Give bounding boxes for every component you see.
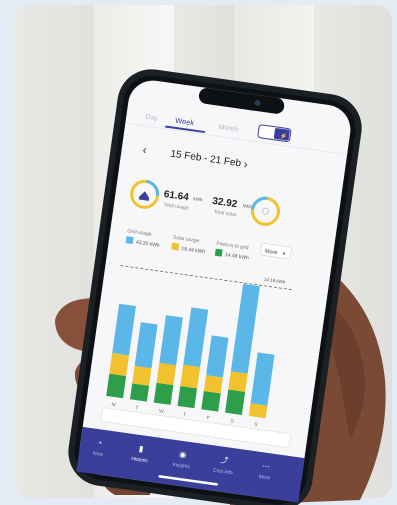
bar-solar-usage-0[interactable] (109, 352, 130, 377)
bar-solar-usage-1[interactable] (132, 365, 152, 386)
bar-solar-usage-3[interactable] (180, 364, 201, 389)
bar-feed-in-to-grid-0[interactable] (106, 373, 127, 399)
nav-cost-info-icon[interactable]: ⤴ (220, 454, 229, 465)
nav-more-icon[interactable]: ⋯ (261, 461, 270, 471)
bar-solar-usage-5[interactable] (228, 371, 248, 392)
bar-solar-usage-6[interactable] (248, 403, 268, 419)
bar-solar-usage-4[interactable] (203, 375, 223, 394)
x-tick-label: M (111, 402, 116, 409)
nav-insights-icon[interactable]: ◉ (179, 450, 187, 460)
bar-feed-in-to-grid-1[interactable] (129, 383, 150, 402)
bar-feed-in-to-grid-4[interactable] (201, 390, 221, 412)
photo-frame: Day Week Month ⚡ ‹ 15 Feb - 21 Feb › 61.… (0, 0, 397, 505)
scene-svg: Day Week Month ⚡ ‹ 15 Feb - 21 Feb › 61.… (55, 69, 386, 505)
legend-feedin-swatch (214, 248, 223, 257)
bar-solar-usage-2[interactable] (156, 362, 177, 386)
bar-feed-in-to-grid-5[interactable] (225, 389, 246, 415)
bar-feed-in-to-grid-3[interactable] (177, 386, 198, 409)
bar-feed-in-to-grid-2[interactable] (153, 382, 174, 405)
legend-solar-swatch (171, 242, 180, 251)
legend-grid-swatch (125, 236, 134, 245)
